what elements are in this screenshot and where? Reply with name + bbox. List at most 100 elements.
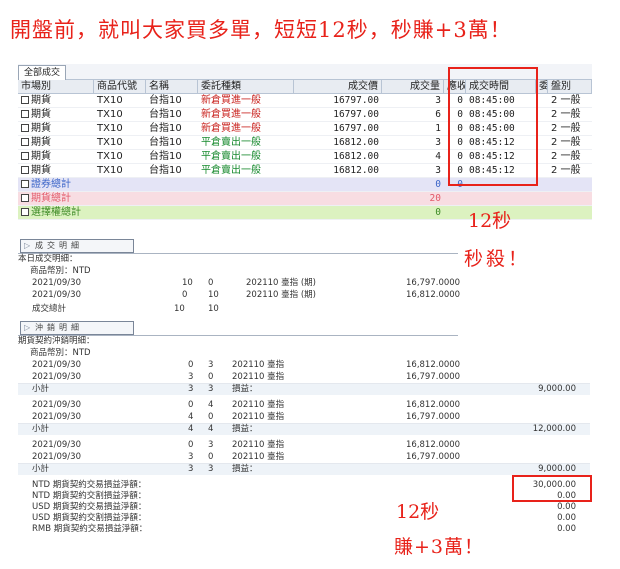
cell-item: 202110 臺指 (232, 440, 285, 450)
col-header-market[interactable]: 市場別 (18, 80, 94, 93)
tab-all-trades[interactable]: 全部成交 (18, 65, 67, 80)
offset-detail-row[interactable]: 2021/09/30 3 0 202110 臺指 16,797.0000 (32, 372, 460, 383)
trade-detail-row[interactable]: 2021/09/30 0 10 202110 臺指 (期) 16,812.0000 (32, 290, 460, 301)
cell-b: 0 (208, 372, 214, 382)
cell-b: 0 (208, 452, 214, 462)
cell-qty: 3 (435, 137, 441, 148)
highlight-box-net-pl (512, 475, 592, 502)
offset-subtotal-row: 小計 3 3 損益： 9,000.00 (18, 464, 590, 475)
offset-detail-row[interactable]: 2021/09/30 0 3 202110 臺指 16,812.0000 (32, 440, 460, 451)
cell-price: 16812.00 (333, 165, 379, 176)
cell-type: 新倉買進一般 (201, 123, 261, 134)
subtotal-label: 小計 (32, 384, 50, 394)
cell-code: TX10 (97, 165, 123, 176)
cell-type: 新倉買進一般 (201, 95, 261, 106)
offset-detail-row[interactable]: 2021/09/30 3 0 202110 臺指 16,797.0000 (32, 452, 460, 463)
row-checkbox[interactable] (21, 180, 29, 188)
col-header-session[interactable]: 盤別 (548, 80, 592, 93)
col-header-name[interactable]: 名稱 (146, 80, 198, 93)
subtotal-pl-label: 損益： (232, 384, 258, 394)
row-checkbox[interactable] (21, 152, 29, 160)
subtotal-a: 4 (188, 424, 194, 434)
pl-summary-label: NTD 期貨契約交割損益淨額： (32, 491, 147, 501)
cell-qty: 3 (435, 165, 441, 176)
row-checkbox[interactable] (21, 166, 29, 174)
cell-a: 0 (188, 360, 194, 370)
triangle-icon: ▷ (24, 323, 31, 332)
cell-market: 期貨 (18, 150, 94, 163)
cell-market: 期貨 (18, 94, 94, 107)
pl-summary-row: NTD 期貨契約交割損益淨額： 0.00 (18, 491, 590, 502)
cell-price: 16,812.0000 (406, 290, 461, 300)
row-checkbox[interactable] (21, 208, 29, 216)
cell-a: 4 (188, 412, 194, 422)
cell-price: 16812.00 (333, 137, 379, 148)
cell-market: 期貨 (18, 108, 94, 121)
headline-caption: 開盤前，就叫大家買多單，短短12秒，秒賺+3萬！ (10, 18, 512, 42)
cell-b: 4 (208, 400, 214, 410)
cell-code: TX10 (97, 151, 123, 162)
cell-date: 2021/09/30 (32, 290, 81, 300)
cell-a: 3 (188, 452, 194, 462)
cell-price: 16,812.0000 (406, 400, 461, 410)
section-tab-offset-details[interactable]: ▷ 沖銷明細 (20, 321, 134, 335)
pl-summary-row: RMB 期貨契約交易損益淨額： 0.00 (18, 524, 590, 535)
row-checkbox[interactable] (21, 124, 29, 132)
offset-detail-row[interactable]: 2021/09/30 0 4 202110 臺指 16,812.0000 (32, 400, 460, 411)
cell-qty: 4 (435, 151, 441, 162)
cell-session: 2 一般 (551, 165, 581, 176)
subtotal-pl: 9,000.00 (538, 464, 576, 474)
summary-row-futures[interactable]: 期貨總計 20 (18, 192, 592, 206)
cell-market-label: 期貨 (31, 95, 51, 106)
cell-price: 16,797.0000 (406, 278, 461, 288)
highlight-box-trade-time (448, 67, 538, 186)
cell-type: 平倉賣出一般 (201, 165, 261, 176)
section-tab-trade-details[interactable]: ▷ 成交明細 (20, 239, 134, 253)
col-header-code[interactable]: 商品代號 (94, 80, 146, 93)
cell-market-label: 期貨 (31, 165, 51, 176)
trade-detail-row[interactable]: 2021/09/30 10 0 202110 臺指 (期) 16,797.0000 (32, 278, 460, 289)
pl-summary-value: 0.00 (557, 502, 576, 512)
subtotal-a: 3 (188, 384, 194, 394)
cell-date: 2021/09/30 (32, 412, 81, 422)
cell-b: 3 (208, 360, 214, 370)
cell-buy: 10 (182, 278, 193, 288)
pl-summary-label: USD 期貨契約交易損益淨額： (32, 502, 147, 512)
cell-session: 2 一般 (551, 151, 581, 162)
offset-currency: 商品幣別：NTD (30, 348, 91, 358)
row-checkbox[interactable] (21, 138, 29, 146)
cell-b: 3 (208, 440, 214, 450)
cell-market-label: 期貨 (31, 151, 51, 162)
subtotal-b: 3 (208, 464, 214, 474)
row-checkbox[interactable] (21, 194, 29, 202)
subtotal-label: 小計 (32, 424, 50, 434)
cell-item: 202110 臺指 (期) (246, 278, 316, 288)
subtotal-pl-label: 損益： (232, 464, 258, 474)
row-checkbox[interactable] (21, 96, 29, 104)
pl-summary-value: 0.00 (557, 524, 576, 534)
cell-market: 期貨 (18, 136, 94, 149)
cell-name: 台指10 (149, 95, 182, 106)
pl-summary-label: USD 期貨契約交割損益淨額： (32, 513, 147, 523)
subtotal-pl: 9,000.00 (538, 384, 576, 394)
subtotal-b: 3 (208, 384, 214, 394)
cell-sell: 0 (208, 278, 214, 288)
pl-summary-label: RMB 期貨契約交易損益淨額： (32, 524, 148, 534)
cell-price: 16797.00 (333, 95, 379, 106)
cell-buy: 0 (182, 290, 188, 300)
col-header-qty[interactable]: 成交量 (382, 80, 444, 93)
offset-detail-row[interactable]: 2021/09/30 0 3 202110 臺指 16,812.0000 (32, 360, 460, 371)
cell-market-label: 期貨 (31, 137, 51, 148)
col-header-price[interactable]: 成交價 (294, 80, 382, 93)
cell-session: 2 一般 (551, 95, 581, 106)
cell-name: 台指10 (149, 123, 182, 134)
col-header-order-type[interactable]: 委託種類 (198, 80, 294, 93)
trade-total-buy: 10 (174, 304, 185, 314)
cell-market: 期貨 (18, 122, 94, 135)
cell-item: 202110 臺指 (232, 452, 285, 462)
offset-detail-row[interactable]: 2021/09/30 4 0 202110 臺指 16,797.0000 (32, 412, 460, 423)
summary-label: 期貨總計 (31, 193, 71, 204)
row-checkbox[interactable] (21, 110, 29, 118)
annotation-earn-30k: 賺+3萬！ (394, 536, 485, 558)
subtotal-a: 3 (188, 464, 194, 474)
